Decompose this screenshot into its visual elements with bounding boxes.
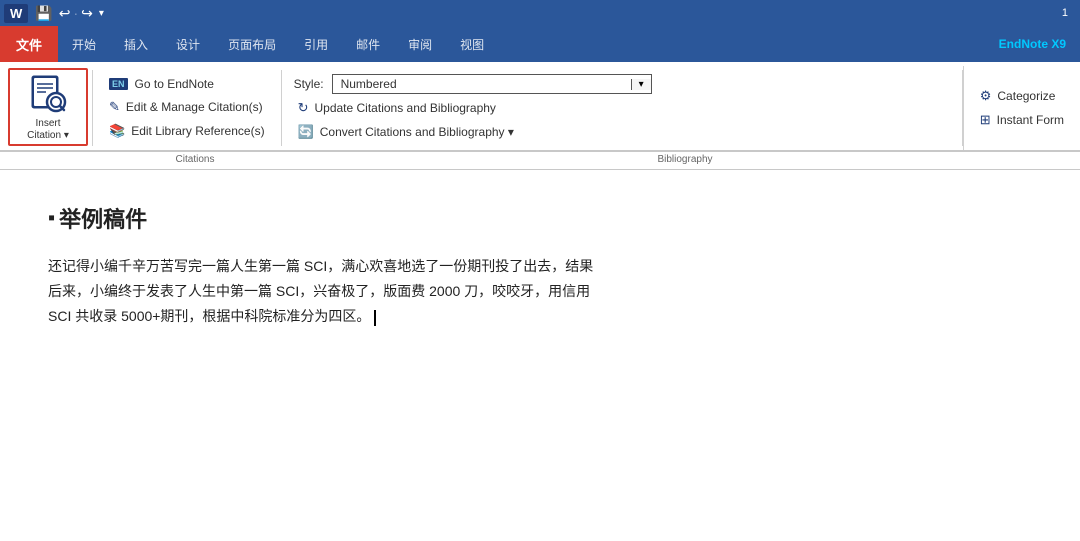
quick-access-toolbar: W 💾 ↩ · ↪ ▾ 1	[0, 0, 1080, 26]
update-citations-action[interactable]: ↻ Update Citations and Bibliography	[294, 98, 950, 118]
paragraph-2: 后来，小编终于发表了人生中第一篇 SCI，兴奋极了，版面费 2000 刀，咬咬牙…	[48, 279, 1032, 304]
bibliography-group-label: Bibliography	[290, 152, 1080, 169]
style-row: Style: Numbered ▾	[294, 74, 950, 94]
insert-citation-icon	[24, 72, 72, 116]
convert-citations-label: Convert Citations and Bibliography ▾	[320, 125, 514, 139]
categorize-label: Categorize	[997, 89, 1055, 103]
update-citations-label: Update Citations and Bibliography	[314, 101, 495, 115]
go-to-endnote-action[interactable]: EN Go to EndNote	[105, 75, 269, 93]
paragraph-1-text: 还记得小编千辛万苦写完一篇人生第一篇 SCI，满心欢喜地选了一份期刊投了出去，结…	[48, 258, 593, 274]
citations-group-label: Citations	[100, 152, 290, 169]
go-to-endnote-label: Go to EndNote	[135, 77, 214, 91]
page-number: 1	[1062, 7, 1076, 19]
tab-home[interactable]: 开始	[58, 26, 110, 62]
instant-form-icon: ⊞	[980, 112, 991, 128]
redo-icon[interactable]: ↪	[78, 3, 96, 24]
tab-mailings[interactable]: 邮件	[342, 26, 394, 62]
edit-library-label: Edit Library Reference(s)	[131, 124, 264, 138]
update-icon: ↻	[298, 100, 309, 116]
style-dropdown-arrow[interactable]: ▾	[631, 79, 651, 90]
tab-review[interactable]: 审阅	[394, 26, 446, 62]
edit-manage-label: Edit & Manage Citation(s)	[126, 100, 263, 114]
save-icon[interactable]: 💾	[32, 3, 55, 24]
spacer-left	[0, 152, 100, 169]
more-icon[interactable]: ▾	[96, 6, 107, 21]
edit-library-action[interactable]: 📚 Edit Library Reference(s)	[105, 121, 269, 141]
paragraph-2-text: 后来，小编终于发表了人生中第一篇 SCI，兴奋极了，版面费 2000 刀，咬咬牙…	[48, 283, 590, 299]
bibliography-group: Style: Numbered ▾ ↻ Update Citations and…	[282, 66, 962, 150]
tab-layout[interactable]: 页面布局	[214, 26, 290, 62]
tab-view[interactable]: 视图	[446, 26, 498, 62]
instant-form-action[interactable]: ⊞ Instant Form	[976, 110, 1068, 130]
right-actions-group: ⚙ Categorize ⊞ Instant Form	[963, 66, 1080, 150]
word-icon: W	[4, 4, 28, 23]
convert-citations-action[interactable]: 🔄 Convert Citations and Bibliography ▾	[294, 122, 950, 142]
convert-icon: 🔄	[298, 124, 314, 140]
citations-group: EN Go to EndNote ✎ Edit & Manage Citatio…	[93, 66, 281, 150]
paragraph-1: 还记得小编千辛万苦写完一篇人生第一篇 SCI，满心欢喜地选了一份期刊投了出去，结…	[48, 254, 1032, 279]
undo-icon[interactable]: ↩	[56, 3, 74, 24]
text-cursor	[374, 310, 376, 326]
categorize-icon: ⚙	[980, 88, 992, 104]
tab-references[interactable]: 引用	[290, 26, 342, 62]
tab-file[interactable]: 文件	[0, 26, 58, 62]
tab-design[interactable]: 设计	[162, 26, 214, 62]
insert-citation-button[interactable]: Insert Citation ▾	[8, 68, 88, 146]
edit-library-icon: 📚	[109, 123, 125, 139]
instant-form-label: Instant Form	[997, 113, 1064, 127]
tab-bar: 文件 开始 插入 设计 页面布局 引用 邮件 审阅 视图 EndNote X9	[0, 26, 1080, 62]
paragraph-3-text: SCI 共收录 5000+期刊，根据中科院标准分为四区。	[48, 308, 370, 324]
edit-manage-action[interactable]: ✎ Edit & Manage Citation(s)	[105, 97, 269, 117]
group-labels: Citations Bibliography	[0, 152, 1080, 170]
paragraph-3: SCI 共收录 5000+期刊，根据中科院标准分为四区。	[48, 304, 1032, 329]
categorize-action[interactable]: ⚙ Categorize	[976, 86, 1068, 106]
style-value: Numbered	[333, 75, 631, 93]
document-title: 举例稿件	[48, 202, 1032, 234]
style-select-container[interactable]: Numbered ▾	[332, 74, 652, 94]
endnote-en-icon: EN	[109, 78, 128, 90]
ribbon-content: Insert Citation ▾ EN Go to EndNote ✎ Edi…	[0, 62, 1080, 152]
edit-manage-icon: ✎	[109, 99, 120, 115]
insert-citation-label: Insert Citation ▾	[27, 118, 69, 142]
style-label: Style:	[294, 77, 324, 91]
tab-endnote[interactable]: EndNote X9	[985, 26, 1080, 62]
tab-insert[interactable]: 插入	[110, 26, 162, 62]
document-body: 举例稿件 还记得小编千辛万苦写完一篇人生第一篇 SCI，满心欢喜地选了一份期刊投…	[0, 170, 1080, 346]
